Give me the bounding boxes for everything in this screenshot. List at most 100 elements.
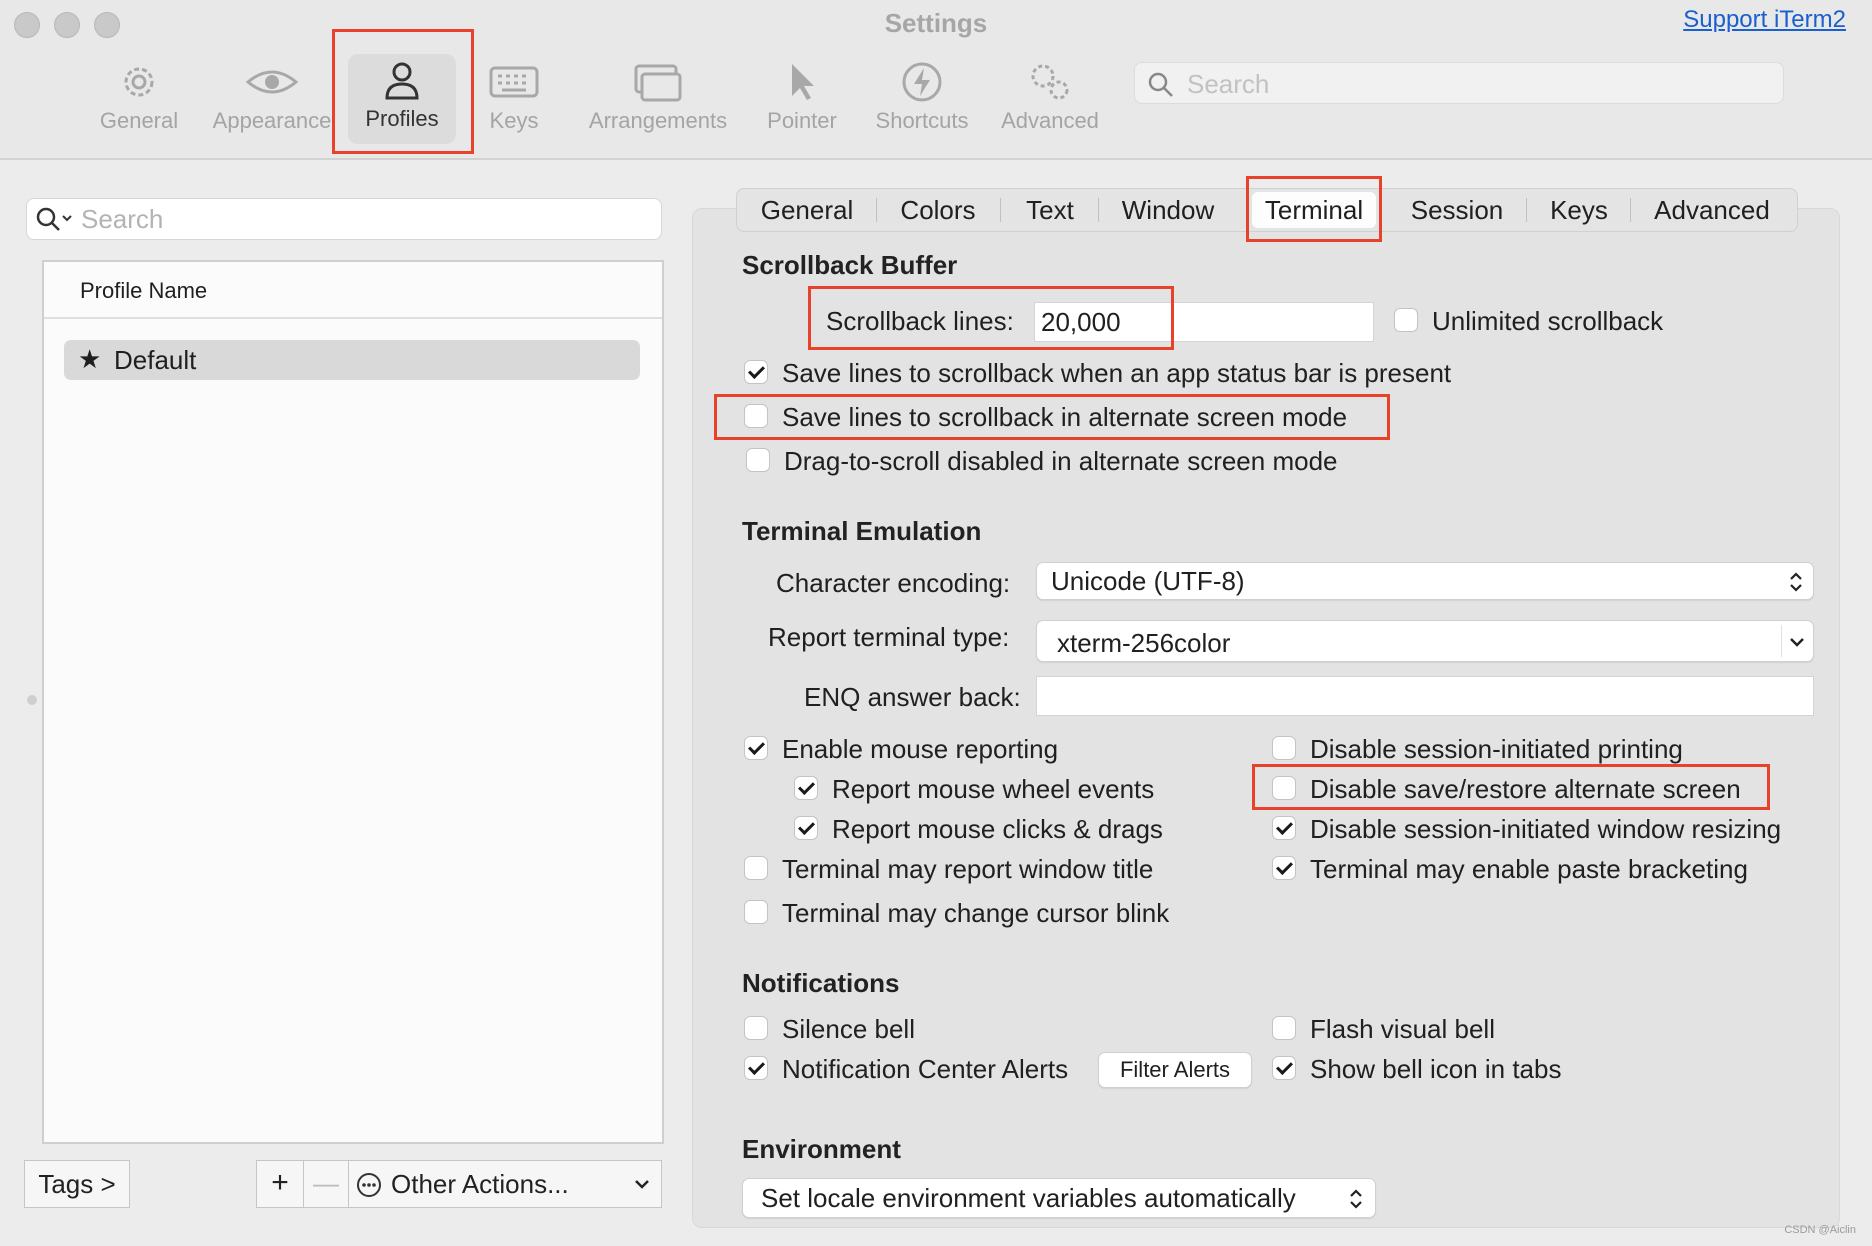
toolbar-appearance[interactable]: Appearance — [208, 56, 336, 144]
toolbar-pointer-label: Pointer — [767, 108, 837, 133]
unlimited-scrollback-label: Unlimited scrollback — [1432, 306, 1664, 336]
save-status-bar-checkbox[interactable] — [744, 360, 768, 384]
toolbar-search-input[interactable]: Search — [1134, 62, 1784, 104]
locale-value: Set locale environment variables automat… — [761, 1183, 1296, 1213]
updown-chevron-icon — [1350, 1189, 1362, 1209]
disable-printing-checkbox[interactable] — [1272, 736, 1296, 760]
remove-profile-button[interactable]: — — [303, 1160, 349, 1208]
gears-icon — [1031, 64, 1069, 100]
save-status-bar-label: Save lines to scrollback when an app sta… — [782, 358, 1452, 388]
tab-separator — [876, 198, 877, 222]
other-actions-menu[interactable]: Other Actions... — [348, 1160, 662, 1208]
highlight-box — [714, 394, 1390, 440]
show-bell-icon-checkbox[interactable] — [1272, 1056, 1296, 1080]
eye-icon — [245, 70, 299, 94]
pointer-icon — [792, 64, 814, 100]
unlimited-scrollback-checkbox[interactable] — [1394, 308, 1418, 332]
notification-center-alerts-checkbox[interactable] — [744, 1056, 768, 1080]
chevron-down-icon — [635, 1180, 649, 1189]
profile-search-input[interactable]: Search — [26, 198, 662, 240]
flash-visual-bell-label: Flash visual bell — [1310, 1014, 1495, 1044]
enq-input[interactable] — [1036, 676, 1814, 716]
locale-select[interactable]: Set locale environment variables automat… — [742, 1178, 1376, 1218]
terminal-type-value: xterm-256color — [1057, 628, 1231, 658]
report-window-title-checkbox[interactable] — [744, 856, 768, 880]
keyboard-icon — [489, 66, 539, 98]
tags-button[interactable]: Tags > — [24, 1160, 130, 1208]
toolbar-pointer[interactable]: Pointer — [742, 56, 862, 144]
profile-list[interactable]: Profile Name ★ Default — [42, 260, 664, 1144]
add-profile-button[interactable]: + — [256, 1160, 304, 1208]
profile-row-name: Default — [114, 345, 197, 375]
flash-visual-bell-checkbox[interactable] — [1272, 1016, 1296, 1040]
resize-handle[interactable] — [27, 695, 37, 705]
silence-bell-label: Silence bell — [782, 1014, 915, 1044]
encoding-label: Character encoding: — [776, 568, 1011, 598]
lightning-icon — [902, 62, 942, 102]
enable-mouse-reporting-checkbox[interactable] — [744, 736, 768, 760]
report-mouse-clicks-checkbox[interactable] — [794, 816, 818, 840]
emulation-section-title: Terminal Emulation — [742, 516, 982, 546]
toolbar-general-label: General — [99, 108, 179, 133]
toolbar-shortcuts[interactable]: Shortcuts — [862, 56, 982, 144]
highlight-box — [1246, 176, 1382, 242]
toolbar-shortcuts-label: Shortcuts — [875, 108, 969, 133]
tab-colors[interactable]: Colors — [886, 192, 990, 228]
change-cursor-blink-checkbox[interactable] — [744, 900, 768, 924]
disable-printing-label: Disable session-initiated printing — [1310, 734, 1683, 764]
other-actions-label: Other Actions... — [391, 1169, 569, 1199]
toolbar-advanced-label: Advanced — [1001, 108, 1099, 133]
toolbar-general[interactable]: General — [79, 56, 199, 144]
tab-session[interactable]: Session — [1398, 192, 1516, 228]
silence-bell-checkbox[interactable] — [744, 1016, 768, 1040]
profile-column-header[interactable]: Profile Name — [44, 262, 662, 319]
report-mouse-wheel-checkbox[interactable] — [794, 776, 818, 800]
gear-icon — [124, 67, 154, 97]
terminal-type-combobox[interactable]: xterm-256color — [1036, 620, 1814, 662]
report-mouse-wheel-label: Report mouse wheel events — [832, 774, 1155, 804]
environment-section-title: Environment — [742, 1134, 901, 1164]
terminal-type-label: Report terminal type: — [768, 622, 1010, 652]
toolbar-keys[interactable]: Keys — [454, 56, 574, 144]
toolbar-search-placeholder: Search — [1187, 69, 1270, 99]
report-mouse-clicks-label: Report mouse clicks & drags — [832, 814, 1163, 844]
toolbar-keys-label: Keys — [489, 108, 539, 133]
paste-bracketing-label: Terminal may enable paste bracketing — [1310, 854, 1748, 884]
disable-window-resizing-checkbox[interactable] — [1272, 816, 1296, 840]
toolbar-appearance-label: Appearance — [212, 108, 332, 133]
tab-window[interactable]: Window — [1108, 192, 1228, 228]
paste-bracketing-checkbox[interactable] — [1272, 856, 1296, 880]
updown-chevron-icon — [1790, 572, 1802, 592]
search-icon — [36, 207, 72, 231]
enq-label: ENQ answer back: — [804, 682, 1021, 712]
notifications-section-title: Notifications — [742, 968, 900, 998]
tab-separator — [1098, 198, 1099, 222]
support-link[interactable]: Support iTerm2 — [1683, 6, 1846, 34]
terminal-type-dropdown-button[interactable] — [1781, 625, 1812, 657]
tab-separator — [1630, 198, 1631, 222]
drag-scroll-checkbox[interactable] — [746, 448, 770, 472]
watermark: CSDN @Aiclin — [1784, 1224, 1856, 1236]
tab-general[interactable]: General — [748, 192, 866, 228]
highlight-box — [332, 29, 474, 154]
toolbar-arrangements[interactable]: Arrangements — [582, 56, 734, 144]
scrollback-section-title: Scrollback Buffer — [742, 250, 958, 280]
profile-search-placeholder: Search — [81, 204, 164, 234]
drag-scroll-label: Drag-to-scroll disabled in alternate scr… — [784, 446, 1338, 476]
encoding-select[interactable]: Unicode (UTF-8) — [1036, 562, 1814, 600]
profile-column-header-label: Profile Name — [80, 278, 208, 303]
encoding-value: Unicode (UTF-8) — [1051, 566, 1245, 596]
toolbar-arrangements-label: Arrangements — [588, 108, 728, 133]
profile-row-default[interactable]: ★ Default — [64, 340, 640, 380]
chevron-down-icon — [1790, 638, 1804, 647]
toolbar-advanced[interactable]: Advanced — [990, 56, 1110, 144]
star-icon: ★ — [78, 344, 102, 374]
highlight-box — [1252, 764, 1770, 810]
filter-alerts-button[interactable]: Filter Alerts — [1098, 1052, 1252, 1088]
ellipsis-circle-icon — [357, 1173, 381, 1197]
tab-text[interactable]: Text — [1010, 192, 1090, 228]
tab-keys[interactable]: Keys — [1536, 192, 1622, 228]
window-title: Settings — [884, 8, 988, 38]
report-window-title-label: Terminal may report window title — [782, 854, 1154, 884]
tab-advanced[interactable]: Advanced — [1640, 192, 1784, 228]
